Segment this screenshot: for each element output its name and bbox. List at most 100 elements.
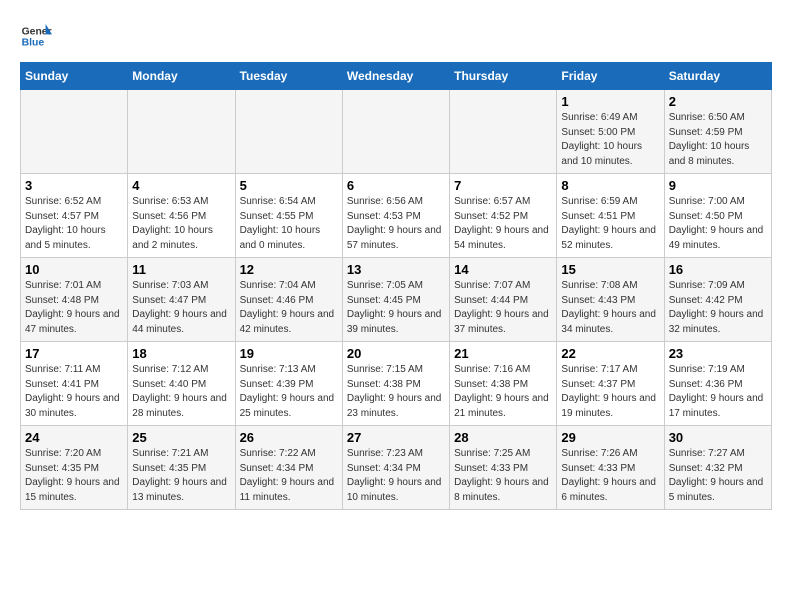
day-info: Sunrise: 7:11 AM Sunset: 4:41 PM Dayligh… bbox=[25, 363, 123, 421]
calendar-cell bbox=[235, 90, 342, 174]
day-number: 1 bbox=[561, 94, 659, 109]
day-number: 26 bbox=[240, 430, 338, 445]
day-info: Sunrise: 6:49 AM Sunset: 5:00 PM Dayligh… bbox=[561, 111, 659, 169]
calendar-cell: 26 Sunrise: 7:22 AM Sunset: 4:34 PM Dayli… bbox=[235, 426, 342, 510]
day-number: 21 bbox=[454, 346, 552, 361]
calendar-cell: 24 Sunrise: 7:20 AM Sunset: 4:35 PM Dayli… bbox=[21, 426, 128, 510]
day-info: Sunrise: 7:22 AM Sunset: 4:34 PM Dayligh… bbox=[240, 447, 338, 505]
calendar-cell: 9 Sunrise: 7:00 AM Sunset: 4:50 PM Daylig… bbox=[664, 174, 771, 258]
calendar-cell: 15 Sunrise: 7:08 AM Sunset: 4:43 PM Dayli… bbox=[557, 258, 664, 342]
calendar-cell: 12 Sunrise: 7:04 AM Sunset: 4:46 PM Dayli… bbox=[235, 258, 342, 342]
day-number: 14 bbox=[454, 262, 552, 277]
calendar-cell: 22Sunrise: 7:17 AM Sunset: 4:37 PM Dayli… bbox=[557, 342, 664, 426]
calendar-cell: 13 Sunrise: 7:05 AM Sunset: 4:45 PM Dayli… bbox=[342, 258, 449, 342]
day-number: 3 bbox=[25, 178, 123, 193]
calendar-cell: 29Sunrise: 7:26 AM Sunset: 4:33 PM Dayli… bbox=[557, 426, 664, 510]
day-number: 7 bbox=[454, 178, 552, 193]
calendar-cell: 16 Sunrise: 7:09 AM Sunset: 4:42 PM Dayli… bbox=[664, 258, 771, 342]
day-info: Sunrise: 6:53 AM Sunset: 4:56 PM Dayligh… bbox=[132, 195, 230, 253]
day-of-week-header: Saturday bbox=[664, 63, 771, 90]
calendar-cell: 14 Sunrise: 7:07 AM Sunset: 4:44 PM Dayli… bbox=[450, 258, 557, 342]
day-number: 11 bbox=[132, 262, 230, 277]
day-number: 17 bbox=[25, 346, 123, 361]
day-of-week-header: Wednesday bbox=[342, 63, 449, 90]
calendar-cell bbox=[21, 90, 128, 174]
calendar-table: SundayMondayTuesdayWednesdayThursdayFrid… bbox=[20, 62, 772, 510]
day-number: 28 bbox=[454, 430, 552, 445]
day-info: Sunrise: 7:04 AM Sunset: 4:46 PM Dayligh… bbox=[240, 279, 338, 337]
day-number: 19 bbox=[240, 346, 338, 361]
day-number: 8 bbox=[561, 178, 659, 193]
calendar-cell: 30Sunrise: 7:27 AM Sunset: 4:32 PM Dayli… bbox=[664, 426, 771, 510]
day-number: 6 bbox=[347, 178, 445, 193]
calendar-cell bbox=[128, 90, 235, 174]
calendar-week-row: 1 Sunrise: 6:49 AM Sunset: 5:00 PM Daylig… bbox=[21, 90, 772, 174]
day-info: Sunrise: 6:57 AM Sunset: 4:52 PM Dayligh… bbox=[454, 195, 552, 253]
calendar-week-row: 24 Sunrise: 7:20 AM Sunset: 4:35 PM Dayli… bbox=[21, 426, 772, 510]
day-number: 12 bbox=[240, 262, 338, 277]
day-info: Sunrise: 7:23 AM Sunset: 4:34 PM Dayligh… bbox=[347, 447, 445, 505]
day-info: Sunrise: 7:25 AM Sunset: 4:33 PM Dayligh… bbox=[454, 447, 552, 505]
day-info: Sunrise: 7:05 AM Sunset: 4:45 PM Dayligh… bbox=[347, 279, 445, 337]
day-info: Sunrise: 7:12 AM Sunset: 4:40 PM Dayligh… bbox=[132, 363, 230, 421]
page-header: General Blue bbox=[20, 20, 772, 52]
day-of-week-header: Tuesday bbox=[235, 63, 342, 90]
calendar-cell: 27 Sunrise: 7:23 AM Sunset: 4:34 PM Dayli… bbox=[342, 426, 449, 510]
day-info: Sunrise: 7:00 AM Sunset: 4:50 PM Dayligh… bbox=[669, 195, 767, 253]
day-number: 27 bbox=[347, 430, 445, 445]
calendar-cell: 1 Sunrise: 6:49 AM Sunset: 5:00 PM Daylig… bbox=[557, 90, 664, 174]
day-info: Sunrise: 7:07 AM Sunset: 4:44 PM Dayligh… bbox=[454, 279, 552, 337]
calendar-cell: 4 Sunrise: 6:53 AM Sunset: 4:56 PM Daylig… bbox=[128, 174, 235, 258]
day-number: 5 bbox=[240, 178, 338, 193]
day-of-week-header: Sunday bbox=[21, 63, 128, 90]
day-info: Sunrise: 6:56 AM Sunset: 4:53 PM Dayligh… bbox=[347, 195, 445, 253]
day-info: Sunrise: 7:08 AM Sunset: 4:43 PM Dayligh… bbox=[561, 279, 659, 337]
day-info: Sunrise: 7:15 AM Sunset: 4:38 PM Dayligh… bbox=[347, 363, 445, 421]
calendar-cell: 17 Sunrise: 7:11 AM Sunset: 4:41 PM Dayli… bbox=[21, 342, 128, 426]
calendar-cell: 10Sunrise: 7:01 AM Sunset: 4:48 PM Dayli… bbox=[21, 258, 128, 342]
calendar-cell: 28 Sunrise: 7:25 AM Sunset: 4:33 PM Dayli… bbox=[450, 426, 557, 510]
calendar-cell: 21Sunrise: 7:16 AM Sunset: 4:38 PM Dayli… bbox=[450, 342, 557, 426]
day-number: 25 bbox=[132, 430, 230, 445]
calendar-cell: 11 Sunrise: 7:03 AM Sunset: 4:47 PM Dayli… bbox=[128, 258, 235, 342]
day-number: 16 bbox=[669, 262, 767, 277]
day-of-week-header: Thursday bbox=[450, 63, 557, 90]
day-info: Sunrise: 7:03 AM Sunset: 4:47 PM Dayligh… bbox=[132, 279, 230, 337]
day-info: Sunrise: 7:21 AM Sunset: 4:35 PM Dayligh… bbox=[132, 447, 230, 505]
day-info: Sunrise: 7:01 AM Sunset: 4:48 PM Dayligh… bbox=[25, 279, 123, 337]
day-info: Sunrise: 6:50 AM Sunset: 4:59 PM Dayligh… bbox=[669, 111, 767, 169]
day-number: 24 bbox=[25, 430, 123, 445]
day-number: 9 bbox=[669, 178, 767, 193]
calendar-cell: 18 Sunrise: 7:12 AM Sunset: 4:40 PM Dayli… bbox=[128, 342, 235, 426]
day-number: 4 bbox=[132, 178, 230, 193]
day-info: Sunrise: 7:17 AM Sunset: 4:37 PM Dayligh… bbox=[561, 363, 659, 421]
day-of-week-header: Monday bbox=[128, 63, 235, 90]
day-info: Sunrise: 6:52 AM Sunset: 4:57 PM Dayligh… bbox=[25, 195, 123, 253]
calendar-cell: 6 Sunrise: 6:56 AM Sunset: 4:53 PM Daylig… bbox=[342, 174, 449, 258]
day-number: 30 bbox=[669, 430, 767, 445]
day-info: Sunrise: 7:19 AM Sunset: 4:36 PM Dayligh… bbox=[669, 363, 767, 421]
day-info: Sunrise: 7:09 AM Sunset: 4:42 PM Dayligh… bbox=[669, 279, 767, 337]
day-number: 18 bbox=[132, 346, 230, 361]
day-info: Sunrise: 7:13 AM Sunset: 4:39 PM Dayligh… bbox=[240, 363, 338, 421]
day-of-week-header: Friday bbox=[557, 63, 664, 90]
logo: General Blue bbox=[20, 20, 52, 52]
day-number: 15 bbox=[561, 262, 659, 277]
calendar-cell: 25 Sunrise: 7:21 AM Sunset: 4:35 PM Dayli… bbox=[128, 426, 235, 510]
calendar-cell: 23Sunrise: 7:19 AM Sunset: 4:36 PM Dayli… bbox=[664, 342, 771, 426]
day-info: Sunrise: 7:20 AM Sunset: 4:35 PM Dayligh… bbox=[25, 447, 123, 505]
day-number: 13 bbox=[347, 262, 445, 277]
calendar-cell: 8 Sunrise: 6:59 AM Sunset: 4:51 PM Daylig… bbox=[557, 174, 664, 258]
calendar-cell: 7 Sunrise: 6:57 AM Sunset: 4:52 PM Daylig… bbox=[450, 174, 557, 258]
calendar-cell: 20Sunrise: 7:15 AM Sunset: 4:38 PM Dayli… bbox=[342, 342, 449, 426]
calendar-header-row: SundayMondayTuesdayWednesdayThursdayFrid… bbox=[21, 63, 772, 90]
day-info: Sunrise: 6:59 AM Sunset: 4:51 PM Dayligh… bbox=[561, 195, 659, 253]
calendar-cell bbox=[342, 90, 449, 174]
calendar-cell bbox=[450, 90, 557, 174]
day-info: Sunrise: 7:26 AM Sunset: 4:33 PM Dayligh… bbox=[561, 447, 659, 505]
calendar-week-row: 10Sunrise: 7:01 AM Sunset: 4:48 PM Dayli… bbox=[21, 258, 772, 342]
calendar-cell: 5 Sunrise: 6:54 AM Sunset: 4:55 PM Daylig… bbox=[235, 174, 342, 258]
day-info: Sunrise: 6:54 AM Sunset: 4:55 PM Dayligh… bbox=[240, 195, 338, 253]
calendar-cell: 3 Sunrise: 6:52 AM Sunset: 4:57 PM Daylig… bbox=[21, 174, 128, 258]
day-number: 2 bbox=[669, 94, 767, 109]
